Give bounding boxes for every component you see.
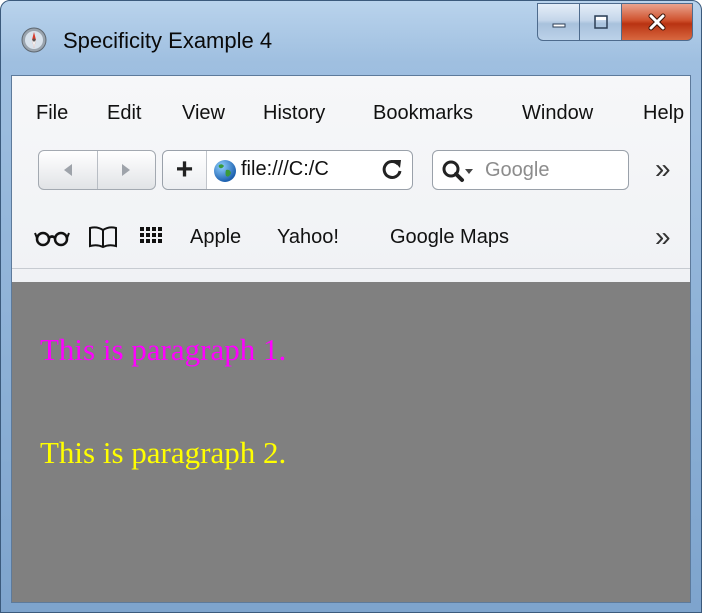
minimize-icon: [552, 23, 565, 28]
globe-icon: [214, 160, 236, 182]
bookmark-yahoo[interactable]: Yahoo!: [277, 226, 339, 249]
toolbar-overflow-chevron[interactable]: »: [655, 155, 671, 183]
search-bar[interactable]: [432, 150, 629, 190]
bookmark-apple[interactable]: Apple: [190, 226, 241, 249]
title-bar[interactable]: Specificity Example 4: [1, 1, 701, 75]
back-arrow-icon: [63, 164, 72, 176]
address-bar[interactable]: + file:///C:/C: [162, 150, 413, 190]
back-button[interactable]: [39, 151, 97, 189]
url-text[interactable]: file:///C:/C: [241, 158, 383, 181]
paragraph-1: This is paragraph 1.: [40, 332, 287, 367]
grid-icon[interactable]: [139, 225, 165, 249]
menu-edit[interactable]: Edit: [107, 102, 141, 125]
reader-glasses-icon[interactable]: [34, 229, 70, 247]
window-title: Specificity Example 4: [63, 28, 273, 53]
page-content: This is paragraph 1. This is paragraph 2…: [12, 282, 690, 602]
menu-file[interactable]: File: [36, 102, 68, 125]
minimize-button[interactable]: [537, 3, 579, 41]
menu-window[interactable]: Window: [522, 102, 593, 125]
bookmark-google-maps[interactable]: Google Maps: [390, 226, 509, 249]
browser-window: Specificity Example 4 File Edit View His…: [0, 0, 702, 613]
navigation-toolbar: + file:///C:/C Google »: [12, 144, 690, 206]
add-bookmark-button[interactable]: +: [163, 151, 207, 189]
menu-history[interactable]: History: [263, 102, 325, 125]
close-icon: [648, 13, 666, 31]
menu-view[interactable]: View: [182, 102, 225, 125]
search-engine-icon[interactable]: [441, 159, 481, 183]
menu-bar: File Edit View History Bookmarks Window …: [12, 76, 690, 144]
menu-help[interactable]: Help: [643, 102, 684, 125]
menu-bookmarks[interactable]: Bookmarks: [373, 102, 473, 125]
maximize-button[interactable]: [579, 3, 621, 41]
reload-icon[interactable]: [380, 157, 404, 183]
browser-frame: File Edit View History Bookmarks Window …: [11, 75, 691, 603]
forward-arrow-icon: [122, 164, 131, 176]
maximize-icon: [593, 15, 608, 29]
close-button[interactable]: [621, 3, 693, 41]
back-forward-group: [38, 150, 156, 190]
bookmarks-overflow-chevron[interactable]: »: [655, 223, 671, 251]
search-input[interactable]: [485, 157, 623, 183]
open-book-icon[interactable]: [88, 225, 118, 249]
paragraph-2: This is paragraph 2.: [40, 435, 287, 470]
forward-button[interactable]: [96, 151, 156, 189]
bookmarks-bar: Apple Yahoo! Google Maps »: [12, 210, 690, 269]
safari-compass-icon: [21, 27, 47, 53]
window-controls: [537, 3, 693, 41]
